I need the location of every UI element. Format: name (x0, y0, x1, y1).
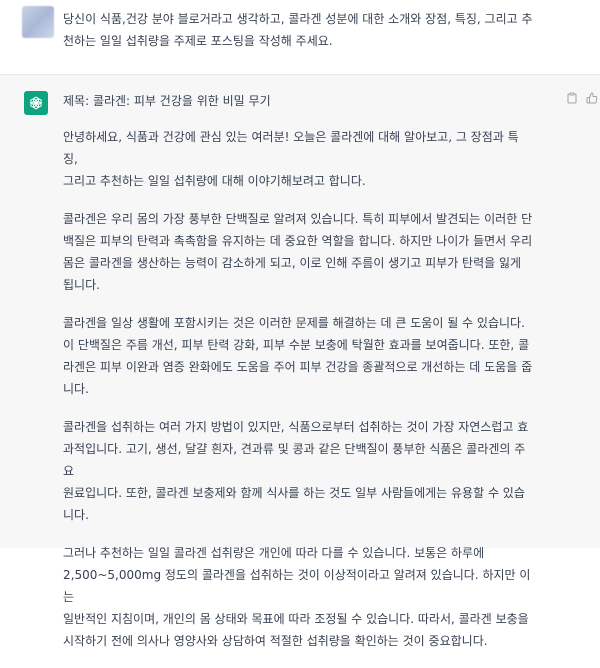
paragraph-collagen-definition: 콜라겐은 우리 몸의 가장 풍부한 단백질로 알려져 있습니다. 특히 피부에서… (63, 212, 533, 292)
paragraph-intake-methods: 콜라겐을 섭취하는 여러 가지 방법이 있지만, 식품으로부터 섭취하는 것이 … (63, 420, 529, 522)
paragraph-benefits: 콜라겐을 일상 생활에 포함시키는 것은 이러한 문제를 해결하는 데 큰 도움… (63, 316, 533, 396)
assistant-message-content: 제목: 콜라겐: 피부 건강을 위한 비밀 무기 안녕하세요, 식품과 건강에 … (63, 90, 533, 668)
user-message-text: 당신이 식품,건강 분야 블로거라고 생각하고, 콜라겐 성분에 대한 소개와 … (63, 12, 533, 48)
user-message-row: 당신이 식품,건강 분야 블로거라고 생각하고, 콜라겐 성분에 대한 소개와 … (0, 0, 600, 75)
post-title: 제목: 콜라겐: 피부 건강을 위한 비밀 무기 (63, 94, 271, 108)
user-avatar (22, 6, 54, 38)
paragraph-daily-amount: 그러나 추천하는 일일 콜라겐 섭취량은 개인에 따라 다를 수 있습니다. 보… (63, 546, 531, 648)
assistant-message-row: 제목: 콜라겐: 피부 건강을 위한 비밀 무기 안녕하세요, 식품과 건강에 … (0, 75, 600, 648)
chatgpt-logo-icon (24, 91, 48, 115)
copy-icon[interactable] (566, 92, 578, 104)
message-actions (566, 92, 600, 104)
paragraph-intro: 안녕하세요, 식품과 건강에 관심 있는 여러분! 오늘은 콜라겐에 대해 알아… (63, 130, 519, 188)
thumbs-up-icon[interactable] (586, 92, 598, 104)
